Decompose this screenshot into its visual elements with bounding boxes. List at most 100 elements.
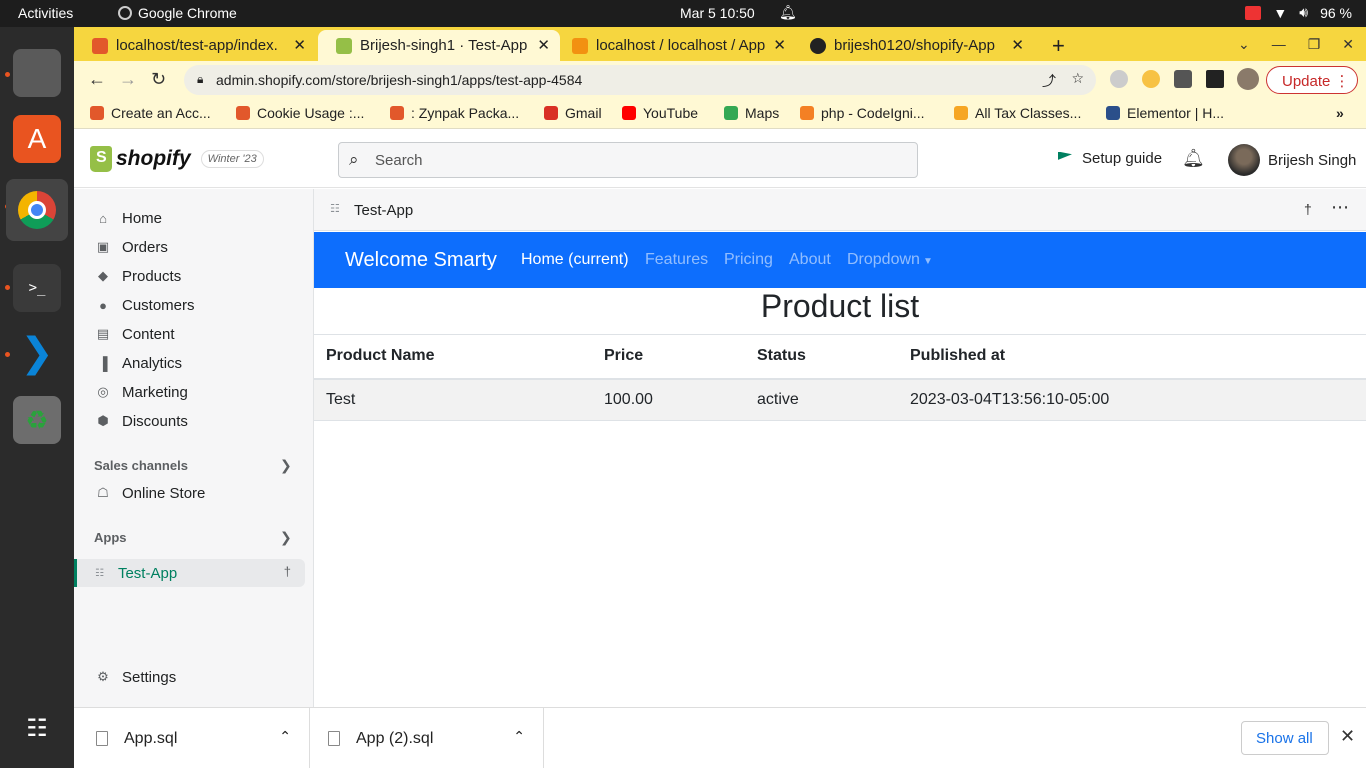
trash-icon[interactable]: ♻ bbox=[13, 396, 61, 444]
sidebar-item-label: Analytics bbox=[122, 354, 183, 372]
search-icon: ⌕ bbox=[349, 150, 359, 169]
show-all-button[interactable]: Show all bbox=[1241, 721, 1329, 755]
pin-icon[interactable]: † bbox=[284, 564, 291, 579]
sidebar-item-label: Test-App bbox=[117, 564, 178, 582]
more-options-icon[interactable]: ⋯ bbox=[1331, 197, 1349, 218]
nav-dropdown[interactable]: Dropdown ▼ bbox=[847, 251, 933, 269]
nav-link-pricing[interactable]: Pricing bbox=[724, 251, 773, 269]
extension-k-icon[interactable] bbox=[1110, 70, 1128, 88]
flag-icon bbox=[1058, 151, 1072, 160]
sidebar-item-label: Online Store bbox=[122, 484, 206, 502]
update-button[interactable]: Update ⋮ bbox=[1266, 66, 1358, 94]
sidebar-item-test-app[interactable]: ☷ Test-App † bbox=[74, 559, 305, 587]
bookmark-label: php - CodeIgni... bbox=[821, 105, 925, 121]
back-icon[interactable]: ← bbox=[88, 69, 106, 90]
terminal-icon[interactable]: >_ bbox=[13, 264, 61, 312]
tab-3[interactable]: localhost / localhost / App ✕ bbox=[554, 30, 796, 61]
tab-2-active[interactable]: Brijesh-singh1 · Test-App ✕ bbox=[318, 30, 560, 61]
sidebar-item-products[interactable]: ◆ Products bbox=[82, 262, 304, 290]
close-tab-icon[interactable]: ✕ bbox=[773, 36, 786, 54]
app-menu[interactable]: Google Chrome bbox=[118, 5, 237, 21]
bookmark-item[interactable]: YouTube bbox=[622, 105, 698, 121]
navbar-brand[interactable]: Welcome Smarty bbox=[345, 249, 497, 272]
window-controls: ⌄ — ❐ ✕ bbox=[1238, 36, 1354, 53]
close-tab-icon[interactable]: ✕ bbox=[537, 36, 550, 54]
shopify-logo[interactable]: shopify Winter '23 bbox=[90, 146, 264, 172]
sidebar-item-content[interactable]: ▤ Content bbox=[82, 320, 304, 348]
new-tab-button[interactable]: + bbox=[1034, 30, 1074, 61]
vscode-icon[interactable]: ❯ bbox=[13, 329, 61, 377]
software-icon[interactable]: A bbox=[13, 115, 61, 163]
pin-icon[interactable]: † bbox=[1304, 201, 1312, 217]
bookmark-item[interactable]: php - CodeIgni... bbox=[800, 105, 925, 121]
bookmark-item[interactable]: Cookie Usage :... bbox=[236, 105, 364, 121]
activities-button[interactable]: Activities bbox=[18, 5, 73, 21]
side-panel-icon[interactable] bbox=[1206, 70, 1224, 88]
address-bar[interactable]: 🔒︎ admin.shopify.com/store/brijesh-singh… bbox=[184, 65, 1096, 95]
minimize-icon[interactable]: — bbox=[1272, 36, 1286, 53]
running-indicator bbox=[5, 352, 10, 357]
tab-1[interactable]: localhost/test-app/index. ✕ bbox=[74, 30, 316, 61]
sidebar-item-label: Marketing bbox=[122, 383, 188, 401]
app-icon: ☷ bbox=[330, 203, 340, 215]
app-icon: ☷ bbox=[95, 567, 104, 579]
share-icon[interactable]: ⤴ bbox=[1042, 71, 1056, 91]
download-item[interactable]: App.sql ⌃ bbox=[74, 708, 310, 768]
files-icon[interactable] bbox=[13, 49, 61, 97]
tab-4[interactable]: brijesh0120/shopify-App ✕ bbox=[792, 30, 1034, 61]
extensions-puzzle-icon[interactable] bbox=[1174, 70, 1192, 88]
bookmark-item[interactable]: : Zynpak Packa... bbox=[390, 105, 519, 121]
extension-color-icon[interactable] bbox=[1142, 70, 1160, 88]
clock[interactable]: Mar 5 10:50 bbox=[680, 5, 755, 21]
apps-heading[interactable]: Apps bbox=[94, 530, 127, 545]
close-icon[interactable]: ✕ bbox=[1340, 726, 1355, 747]
reload-icon[interactable]: ↻ bbox=[151, 69, 166, 90]
close-window-icon[interactable]: ✕ bbox=[1342, 36, 1354, 53]
close-tab-icon[interactable]: ✕ bbox=[293, 36, 306, 54]
chrome-dock-icon[interactable] bbox=[6, 179, 68, 241]
sidebar-item-marketing[interactable]: ◎ Marketing bbox=[82, 378, 304, 406]
bookmark-item[interactable]: All Tax Classes... bbox=[954, 105, 1081, 121]
sidebar-item-customers[interactable]: ● Customers bbox=[82, 291, 304, 319]
chevron-right-icon[interactable]: ❯ bbox=[280, 529, 292, 546]
nav-link-features[interactable]: Features bbox=[645, 251, 708, 269]
sidebar-item-online-store[interactable]: ☖ Online Store bbox=[82, 479, 304, 507]
tab-search-icon[interactable]: ⌄ bbox=[1238, 36, 1250, 53]
bookmark-item[interactable]: Gmail bbox=[544, 105, 602, 121]
sidebar-item-home[interactable]: ⌂ Home bbox=[82, 204, 304, 232]
bookmark-item[interactable]: Create an Acc... bbox=[90, 105, 211, 121]
sidebar-item-analytics[interactable]: ▐ Analytics bbox=[82, 349, 304, 377]
notifications-bell-icon[interactable]: 🔔︎ bbox=[1182, 148, 1205, 169]
chevron-up-icon[interactable]: ⌃ bbox=[513, 728, 525, 745]
system-tray[interactable]: ▼ 🔊︎ 96 % bbox=[1245, 4, 1352, 21]
chevron-right-icon[interactable]: ❯ bbox=[280, 457, 292, 474]
sidebar-item-discounts[interactable]: ⬢ Discounts bbox=[82, 407, 304, 435]
tab-title: Brijesh-singh1 · Test-App bbox=[360, 37, 528, 54]
close-tab-icon[interactable]: ✕ bbox=[1011, 36, 1024, 54]
setup-guide-button[interactable]: Setup guide bbox=[1058, 150, 1162, 167]
bookmark-item[interactable]: Maps bbox=[724, 105, 779, 121]
forward-icon[interactable]: → bbox=[119, 69, 137, 90]
lock-icon[interactable]: 🔒︎ bbox=[197, 72, 203, 87]
sidebar-item-orders[interactable]: ▣ Orders bbox=[82, 233, 304, 261]
chevron-up-icon[interactable]: ⌃ bbox=[279, 728, 291, 745]
sidebar-item-label: Products bbox=[122, 267, 182, 285]
bookmark-item[interactable]: Elementor | H... bbox=[1106, 105, 1224, 121]
bookmark-star-icon[interactable]: ☆ bbox=[1071, 70, 1084, 87]
sidebar-item-label: Customers bbox=[122, 296, 195, 314]
more-bookmarks-icon[interactable]: » bbox=[1336, 105, 1344, 121]
download-filename: App (2).sql bbox=[356, 729, 434, 747]
nav-link-about[interactable]: About bbox=[789, 251, 831, 269]
nav-link-home[interactable]: Home (current) bbox=[521, 251, 629, 269]
profile-avatar[interactable] bbox=[1237, 68, 1259, 90]
download-item[interactable]: App (2).sql ⌃ bbox=[310, 708, 544, 768]
search-input[interactable]: ⌕ Search bbox=[338, 142, 918, 178]
app-title-bar: ☷ Test-App † ⋯ bbox=[314, 189, 1366, 231]
app-grid-icon[interactable]: ☷ bbox=[13, 704, 61, 752]
tab-title: localhost/test-app/index. bbox=[116, 37, 278, 54]
restore-icon[interactable]: ❐ bbox=[1308, 36, 1321, 53]
user-menu[interactable]: Brijesh Singh bbox=[1228, 144, 1356, 176]
sidebar-item-settings[interactable]: ⚙ Settings bbox=[82, 663, 304, 691]
sales-channels-heading[interactable]: Sales channels bbox=[94, 458, 188, 473]
tab-title: brijesh0120/shopify-App bbox=[834, 37, 995, 54]
